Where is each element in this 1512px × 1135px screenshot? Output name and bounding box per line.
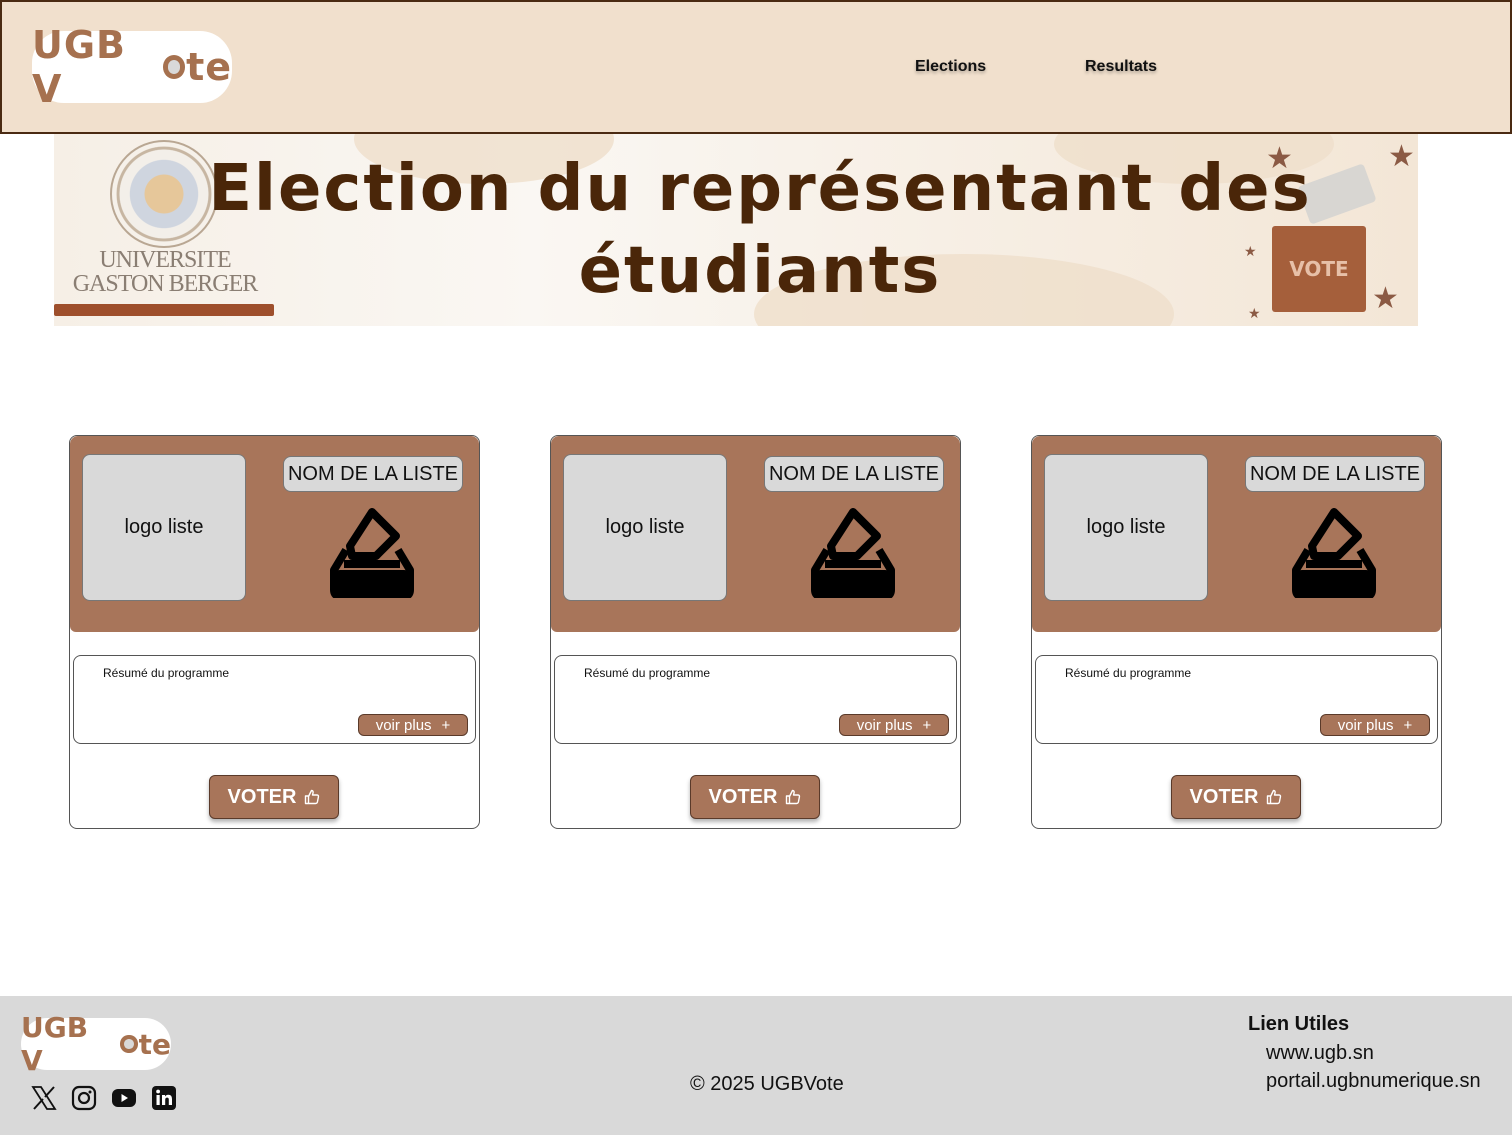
logo-o-icon — [162, 55, 186, 79]
voter-label: VOTER — [227, 785, 297, 808]
useful-links-title: Lien Utiles — [1248, 1013, 1350, 1035]
voir-plus-label: voir plus — [375, 716, 432, 734]
voter-label: VOTER — [708, 785, 778, 808]
page-title: Election du représentant des étudiants — [208, 152, 1312, 308]
ugbvote-logo[interactable]: UGB V te — [32, 23, 232, 111]
instagram-icon[interactable] — [70, 1084, 98, 1112]
thumbs-up-icon — [305, 789, 320, 805]
summary-label: Résumé du programme — [584, 666, 711, 680]
card-header: logo liste NOM DE LA LISTE — [70, 436, 479, 632]
program-summary: Résumé du programme voir plus + — [554, 655, 957, 744]
voir-plus-label: voir plus — [1337, 716, 1394, 734]
nav-resultats[interactable]: Resultats — [1085, 58, 1157, 76]
ugbvote-footer-logo[interactable]: UGB V te — [21, 1011, 171, 1077]
ballot-vote-icon — [1292, 508, 1376, 598]
logo-o-icon — [120, 1035, 138, 1053]
list-logo-placeholder: logo liste — [563, 454, 727, 601]
logo-text-end: te — [186, 45, 232, 89]
list-name: NOM DE LA LISTE — [1245, 456, 1425, 492]
thumbs-up-icon — [786, 789, 801, 805]
logo-text-end: te — [138, 1027, 171, 1061]
voter-button[interactable]: VOTER — [209, 775, 339, 819]
thumbs-up-icon — [1267, 789, 1282, 805]
plus-icon: + — [1403, 716, 1413, 734]
voir-plus-button[interactable]: voir plus + — [358, 714, 468, 736]
summary-label: Résumé du programme — [1065, 666, 1192, 680]
voter-button[interactable]: VOTER — [1171, 775, 1301, 819]
list-card: logo liste NOM DE LA LISTE Résumé du pro… — [550, 435, 961, 829]
ballot-vote-icon — [330, 508, 414, 598]
voter-label: VOTER — [1189, 785, 1259, 808]
list-logo-placeholder: logo liste — [82, 454, 246, 601]
copyright-text: © 2025 UGBVote — [690, 1073, 844, 1095]
nav-elections[interactable]: Elections — [915, 58, 986, 76]
youtube-icon[interactable] — [110, 1084, 138, 1112]
logo-text-start: UGB V — [32, 23, 127, 111]
footer: UGB Vte © 2025 UGBVote Lien Utiles www.u — [0, 996, 1512, 1135]
header: UGB V te Elections Resultats — [0, 0, 1512, 134]
linkedin-icon[interactable] — [150, 1084, 178, 1112]
link-ugb[interactable]: www.ugb.sn — [1266, 1042, 1374, 1065]
link-portail-ugbnumerique[interactable]: portail.ugbnumerique.sn — [1266, 1070, 1481, 1093]
election-banner: UNIVERSITE GASTON BERGER VOTE ★ ★ ★ ★ ★ … — [54, 134, 1418, 326]
list-name: NOM DE LA LISTE — [283, 456, 463, 492]
card-header: logo liste NOM DE LA LISTE — [551, 436, 960, 632]
list-name: NOM DE LA LISTE — [764, 456, 944, 492]
voir-plus-button[interactable]: voir plus + — [1320, 714, 1430, 736]
voter-button[interactable]: VOTER — [690, 775, 820, 819]
card-header: logo liste NOM DE LA LISTE — [1032, 436, 1441, 632]
x-icon[interactable] — [30, 1084, 58, 1112]
logo-text-start: UGB V — [21, 1011, 89, 1077]
program-summary: Résumé du programme voir plus + — [1035, 655, 1438, 744]
list-card: logo liste NOM DE LA LISTE Résumé du pro… — [1031, 435, 1442, 829]
plus-icon: + — [922, 716, 932, 734]
plus-icon: + — [441, 716, 451, 734]
voir-plus-button[interactable]: voir plus + — [839, 714, 949, 736]
list-logo-placeholder: logo liste — [1044, 454, 1208, 601]
ballot-vote-icon — [811, 508, 895, 598]
list-card: logo liste NOM DE LA LISTE Résumé du pro… — [69, 435, 480, 829]
program-summary: Résumé du programme voir plus + — [73, 655, 476, 744]
summary-label: Résumé du programme — [103, 666, 230, 680]
voir-plus-label: voir plus — [856, 716, 913, 734]
